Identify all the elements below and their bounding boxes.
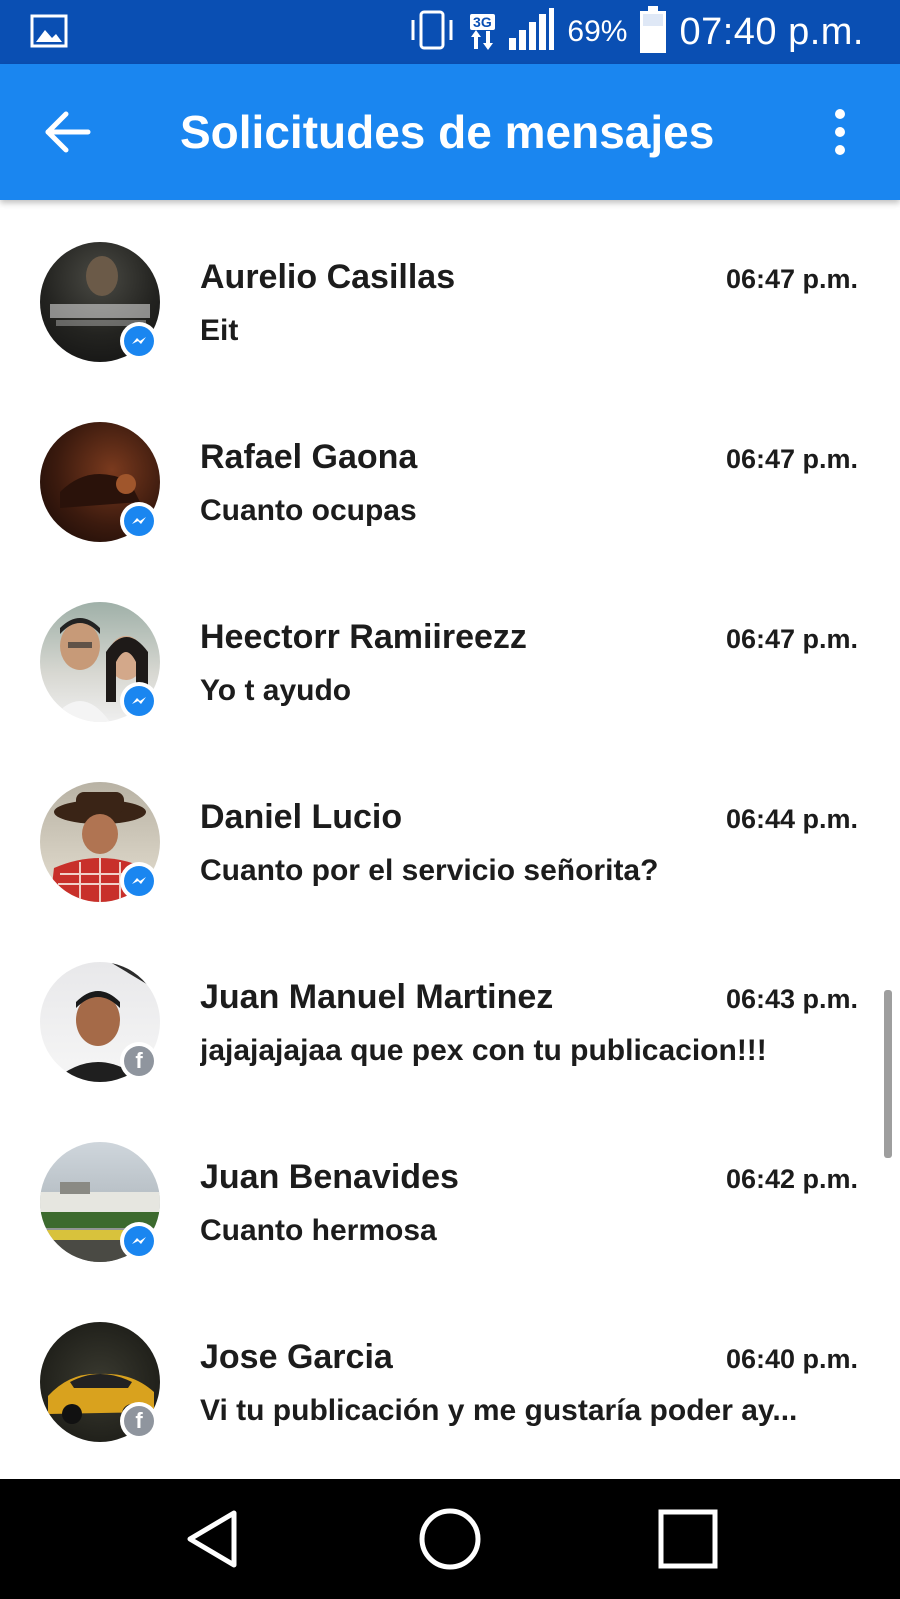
message-time: 06:47 p.m. (725, 444, 858, 474)
facebook-icon: f (124, 1406, 154, 1436)
message-time: 06:47 p.m. (725, 624, 858, 654)
more-vert-icon (835, 109, 845, 155)
messenger-badge (120, 862, 158, 900)
messenger-icon (132, 697, 146, 704)
contact-name: Heectorr Ramiireezz (200, 618, 527, 656)
message-time: 06:40 p.m. (725, 1344, 858, 1374)
message-time: 06:44 p.m. (725, 804, 858, 834)
back-button[interactable] (40, 104, 96, 160)
message-preview: Eit (200, 314, 239, 347)
message-preview: jajajajajaa que pex con tu publicacion!!… (200, 1034, 767, 1067)
message-preview: Yo t ayudo (200, 674, 352, 707)
messenger-badge (120, 502, 158, 540)
message-time: 06:43 p.m. (725, 984, 858, 1014)
contact-name: Juan Benavides (200, 1158, 459, 1196)
status-bar: 3G 69% 07:40 p.m. (0, 0, 900, 64)
message-preview: Cuanto ocupas (200, 494, 417, 527)
nav-home-button[interactable] (410, 1501, 490, 1577)
back-triangle-icon (187, 1510, 237, 1568)
vibrate-icon (407, 8, 457, 57)
battery-icon (639, 5, 667, 59)
contact-name: Daniel Lucio (200, 798, 403, 836)
message-preview: Vi tu publicación y me gustaría poder ay… (200, 1394, 798, 1427)
messenger-icon (132, 337, 146, 344)
list-item[interactable]: Rafael Gaona 06:47 p.m. Cuanto ocupas (0, 388, 900, 568)
contact-name: Aurelio Casillas (200, 258, 456, 296)
list-item[interactable]: Heectorr Ramiireezz 06:47 p.m. Yo t ayud… (0, 568, 900, 748)
contact-name: Rafael Gaona (200, 438, 418, 476)
list-item[interactable]: Juan Benavides 06:42 p.m. Cuanto hermosa (0, 1108, 900, 1288)
facebook-icon: f (124, 1046, 154, 1076)
message-request-list: Aurelio Casillas 06:47 p.m. Eit Rafael G… (0, 208, 900, 1468)
messenger-icon (132, 517, 146, 524)
app-bar: Solicitudes de mensajes (0, 64, 900, 200)
page-title: Solicitudes de mensajes (180, 106, 715, 158)
more-options-button[interactable] (828, 106, 852, 158)
recents-square-icon (658, 1509, 718, 1569)
messenger-icon (132, 877, 146, 884)
facebook-badge: f (120, 1042, 158, 1080)
message-time: 06:47 p.m. (725, 264, 858, 294)
list-item[interactable]: f Jose Garcia 06:40 p.m. Vi tu publicaci… (0, 1288, 900, 1468)
list-item[interactable]: Aurelio Casillas 06:47 p.m. Eit (0, 208, 900, 388)
messenger-badge (120, 682, 158, 720)
list-item[interactable]: f Juan Manuel Martinez 06:43 p.m. jajaja… (0, 928, 900, 1108)
messenger-icon (132, 1237, 146, 1244)
nav-recents-button[interactable] (648, 1501, 728, 1577)
message-preview: Cuanto por el servicio señorita? (200, 854, 659, 887)
contact-name: Jose Garcia (200, 1338, 393, 1376)
status-time: 07:40 p.m. (679, 10, 864, 53)
facebook-badge: f (120, 1402, 158, 1440)
home-circle-icon (419, 1508, 481, 1570)
list-item[interactable]: Daniel Lucio 06:44 p.m. Cuanto por el se… (0, 748, 900, 928)
messenger-badge (120, 322, 158, 360)
system-navigation-bar (0, 1479, 900, 1599)
network-3g-icon: 3G (469, 14, 495, 50)
messenger-badge (120, 1222, 158, 1260)
message-time: 06:42 p.m. (725, 1164, 858, 1194)
contact-name: Juan Manuel Martinez (200, 978, 554, 1016)
scrollbar[interactable] (884, 990, 892, 1158)
nav-back-button[interactable] (172, 1501, 252, 1577)
signal-icon (507, 7, 555, 57)
message-preview: Cuanto hermosa (200, 1214, 437, 1247)
battery-percent: 69% (567, 15, 628, 48)
image-icon (30, 14, 68, 48)
arrow-back-icon (45, 111, 91, 153)
status-icons: 3G 69% 07:40 p.m. (407, 0, 864, 64)
